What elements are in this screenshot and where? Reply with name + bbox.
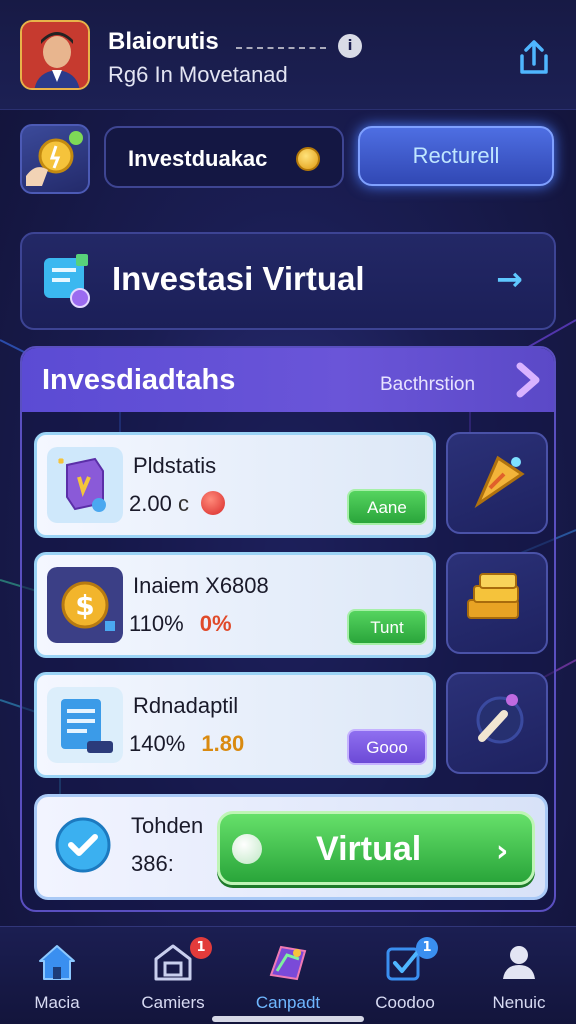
nav-label: Canpadt xyxy=(255,993,321,1012)
nav-label: Nenuic xyxy=(492,993,546,1012)
investment-card[interactable]: Pldstatis 2.00 c Aane xyxy=(34,432,436,538)
clipboard-icon xyxy=(47,687,123,763)
card-value-number: 2.00 xyxy=(129,491,172,516)
document-icon xyxy=(44,254,90,308)
coin-icon xyxy=(296,147,320,171)
card-value-number: 140% xyxy=(129,731,186,756)
card-name: Inaiem X6808 xyxy=(133,573,269,598)
card-action-button[interactable]: Gooo xyxy=(347,729,427,765)
home-icon xyxy=(39,945,75,980)
investment-card[interactable]: $ Inaiem X6808 110% 0% Tunt xyxy=(34,552,436,658)
home-indicator xyxy=(212,1016,364,1022)
notification-badge: 1 xyxy=(190,937,212,959)
card-value: 386: xyxy=(131,851,174,876)
coin-hand-icon[interactable] xyxy=(20,124,90,194)
gold-bars-icon xyxy=(467,573,519,619)
card-value-accent: 1.80 xyxy=(201,731,245,756)
investment-card[interactable]: Rdnadaptil 140% 1.80 Gooo xyxy=(34,672,436,778)
chevron-right-icon[interactable] xyxy=(508,360,548,400)
card-value: 2.00 c xyxy=(129,491,226,517)
investment-panel: Invesdiadtahs Bacthrstion Pldstatis 2.00… xyxy=(20,346,556,912)
panel-title: Invesdiadtahs xyxy=(42,364,236,396)
card-value: 140% 1.80 xyxy=(129,731,244,757)
nav-label: Camiers xyxy=(141,993,205,1012)
dollar-coin-icon: $ xyxy=(47,567,123,643)
card-name: Tohden xyxy=(131,813,204,838)
nav-item-profile[interactable]: Nenuic xyxy=(464,937,574,1021)
virtual-button[interactable]: Virtual › xyxy=(217,811,535,885)
name-divider xyxy=(236,47,326,49)
gem-box-icon xyxy=(47,447,123,523)
share-icon[interactable] xyxy=(512,36,556,80)
shop-icon xyxy=(154,944,192,981)
nav-label: Macia xyxy=(34,993,80,1012)
rocket-icon xyxy=(474,455,525,509)
check-badge-icon xyxy=(55,817,111,873)
app-header: Blaiorutis i Rg6 In Movetanad xyxy=(0,0,576,110)
card-name: Rdnadaptil xyxy=(133,693,239,718)
card-name: Pldstatis xyxy=(133,453,217,478)
card-value: 110% 0% xyxy=(129,611,232,637)
tool-icon xyxy=(476,694,524,744)
side-tile-tool[interactable] xyxy=(446,672,548,774)
virtual-button-label: Virtual xyxy=(316,830,422,868)
card-value-number: 110% xyxy=(129,611,184,636)
panel-header: Invesdiadtahs Bacthrstion xyxy=(22,348,554,412)
card-value-accent: 0% xyxy=(199,611,232,636)
card-action-button[interactable]: Aane xyxy=(347,489,427,525)
nav-item-home[interactable]: Macia xyxy=(2,937,112,1021)
profile-icon xyxy=(503,946,535,979)
svg-text:$: $ xyxy=(75,589,94,622)
panel-link[interactable]: Bacthrstion xyxy=(380,374,475,396)
user-subtitle: Rg6 In Movetanad xyxy=(108,62,288,87)
side-tile-gold[interactable] xyxy=(446,552,548,654)
return-button-label: Recturell xyxy=(412,143,500,168)
bottom-nav: Macia 1 Camiers Canpadt 1 Coodoo Nenuic xyxy=(0,926,576,1024)
avatar[interactable] xyxy=(20,20,90,90)
nav-label: Coodoo xyxy=(375,993,435,1012)
button-highlight xyxy=(232,834,262,864)
investment-input[interactable]: Investduakac xyxy=(104,126,344,188)
virtual-card[interactable]: Tohden 386: Virtual › xyxy=(34,794,548,900)
card-value-suffix: c xyxy=(177,491,189,516)
side-tile-rocket[interactable] xyxy=(446,432,548,534)
chevron-right-icon: › xyxy=(496,834,509,869)
token-icon xyxy=(201,491,226,515)
banner-title: Investasi Virtual xyxy=(112,260,365,297)
portfolio-icon xyxy=(269,945,307,981)
investasi-virtual-banner[interactable]: Investasi Virtual → xyxy=(20,232,556,330)
user-name: Blaiorutis xyxy=(108,28,219,55)
nav-item-tasks[interactable]: 1 Coodoo xyxy=(350,937,460,1021)
return-button[interactable]: Recturell xyxy=(358,126,554,186)
arrow-right-icon[interactable]: → xyxy=(496,260,523,298)
card-action-button[interactable]: Tunt xyxy=(347,609,427,645)
nav-item-portfolio[interactable]: Canpadt xyxy=(233,937,343,1021)
notification-badge: 1 xyxy=(416,937,438,959)
info-icon[interactable]: i xyxy=(338,34,362,58)
nav-item-shop[interactable]: 1 Camiers xyxy=(118,937,228,1021)
investment-input-value: Investduakac xyxy=(128,146,268,171)
